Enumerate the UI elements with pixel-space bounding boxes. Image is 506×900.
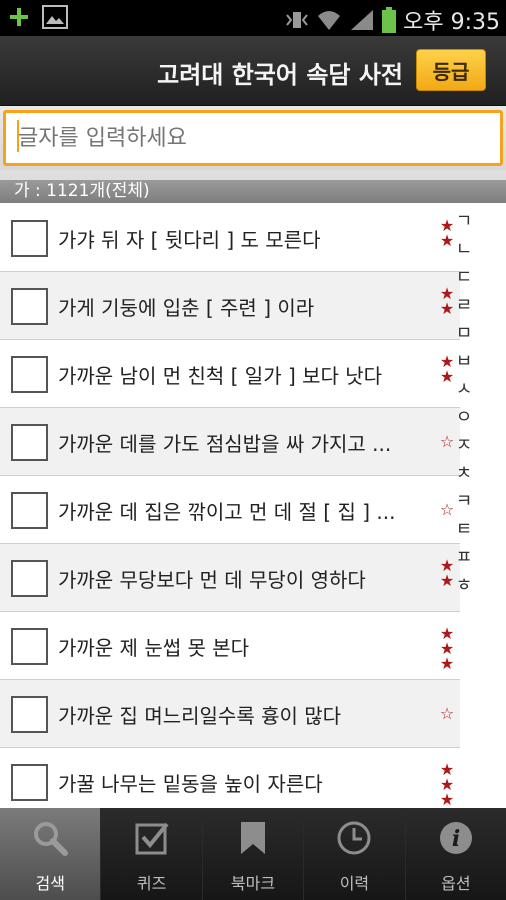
tab-label: 이력 [339, 874, 370, 893]
bookmark-checkbox[interactable] [11, 560, 48, 597]
proverb-text: 가까운 집 며느리일수록 흉이 많다 [58, 704, 342, 728]
bottom-nav: 검색 퀴즈 북마크 이력 i 옵션 [0, 808, 506, 900]
index-bar[interactable]: ㄱㄴㄷㄹㅁㅂㅅㅇㅈㅊㅋㅌㅍㅎ [452, 208, 476, 808]
status-bar: 오후 9:35 [0, 0, 506, 36]
proverb-list[interactable]: 가갸 뒤 자 [ 뒷다리 ] 도 모른다 ★ ★ 가게 기둥에 입춘 [ 주련 ] 이… [0, 204, 460, 808]
bookmark-checkbox[interactable] [11, 696, 48, 733]
proverb-text: 가꿀 나무는 밑동을 높이 자른다 [58, 772, 323, 796]
index-letter[interactable]: ㅍ [452, 544, 476, 572]
proverb-text: 가까운 무당보다 먼 데 무당이 영하다 [58, 568, 366, 592]
index-letter[interactable]: ㅂ [452, 348, 476, 376]
list-item[interactable]: 가꿀 나무는 밑동을 높이 자른다 ★ ★ ★ [0, 748, 460, 808]
index-letter[interactable]: ㅌ [452, 516, 476, 544]
index-letter[interactable]: ㅋ [452, 488, 476, 516]
list-item[interactable]: 가게 기둥에 입춘 [ 주련 ] 이라 ★ ★ [0, 272, 460, 340]
checkbox-icon [132, 818, 172, 858]
svg-text:i: i [452, 826, 460, 852]
tab-checkbox[interactable]: 퀴즈 [100, 808, 202, 900]
proverb-text: 가까운 데 집은 깎이고 먼 데 절 [ 집 ] ... [58, 500, 396, 524]
add-icon [10, 8, 28, 26]
bookmark-checkbox[interactable] [11, 764, 48, 801]
index-letter[interactable]: ㄱ [452, 208, 476, 236]
list-item[interactable]: 가까운 남이 먼 친척 [ 일가 ] 보다 낫다 ★ ★ [0, 340, 460, 408]
tab-label: 옵션 [441, 874, 471, 893]
section-header: 가 : 1121개(전체) [0, 180, 506, 203]
index-letter[interactable]: ㅎ [452, 572, 476, 600]
wifi-icon [318, 11, 341, 30]
bookmark-checkbox[interactable] [11, 356, 48, 393]
app-title: 고려대 한국어 속담 사전 [157, 61, 403, 89]
status-time: 오후 9:35 [403, 10, 500, 35]
search-bar [0, 106, 506, 170]
grade-button[interactable]: 등급 [416, 49, 486, 91]
divider [0, 170, 506, 180]
tab-label: 퀴즈 [136, 874, 167, 893]
bookmark-checkbox[interactable] [11, 628, 48, 665]
index-letter[interactable]: ㅅ [452, 376, 476, 404]
list-item[interactable]: 가까운 무당보다 먼 데 무당이 영하다 ★ ★ [0, 544, 460, 612]
clock-icon [334, 818, 374, 858]
proverb-text: 가갸 뒤 자 [ 뒷다리 ] 도 모른다 [58, 228, 321, 252]
tab-search[interactable]: 검색 [0, 808, 101, 900]
image-icon [42, 5, 68, 29]
title-bar: 고려대 한국어 속담 사전 등급 [0, 36, 506, 106]
proverb-text: 가까운 데를 가도 점심밥을 싸 가지고 ... [58, 432, 392, 456]
index-letter[interactable]: ㄷ [452, 264, 476, 292]
text-cursor [17, 120, 19, 152]
proverb-text: 가까운 제 눈썹 못 본다 [58, 636, 250, 660]
tab-label: 북마크 [230, 874, 276, 893]
bookmark-checkbox[interactable] [11, 492, 48, 529]
battery-icon [382, 7, 397, 33]
vibrate-icon [286, 12, 308, 28]
tab-label: 검색 [35, 874, 65, 893]
list-item[interactable]: 가까운 제 눈썹 못 본다 ★ ★ ★ [0, 612, 460, 680]
index-letter[interactable]: ㅈ [452, 432, 476, 460]
tab-clock[interactable]: 이력 [303, 808, 405, 900]
list-item[interactable]: 가까운 데 집은 깎이고 먼 데 절 [ 집 ] ... ☆ [0, 476, 460, 544]
tab-info[interactable]: i 옵션 [404, 808, 506, 900]
proverb-text: 가까운 남이 먼 친척 [ 일가 ] 보다 낫다 [58, 364, 383, 388]
list-item[interactable]: 가까운 집 며느리일수록 흉이 많다 ☆ [0, 680, 460, 748]
index-letter[interactable]: ㅇ [452, 404, 476, 432]
search-icon [30, 818, 70, 858]
index-letter[interactable]: ㅁ [452, 320, 476, 348]
list-item[interactable]: 가까운 데를 가도 점심밥을 싸 가지고 ... ☆ [0, 408, 460, 476]
info-icon: i [436, 818, 476, 858]
bookmark-checkbox[interactable] [11, 220, 48, 257]
proverb-text: 가게 기둥에 입춘 [ 주련 ] 이라 [58, 296, 315, 320]
signal-icon [351, 10, 374, 30]
bookmark-icon [233, 818, 273, 858]
search-input[interactable] [3, 110, 503, 166]
bookmark-checkbox[interactable] [11, 424, 48, 461]
index-letter[interactable]: ㅊ [452, 460, 476, 488]
list-item[interactable]: 가갸 뒤 자 [ 뒷다리 ] 도 모른다 ★ ★ [0, 204, 460, 272]
index-letter[interactable]: ㄴ [452, 236, 476, 264]
index-letter[interactable]: ㄹ [452, 292, 476, 320]
bookmark-checkbox[interactable] [11, 288, 48, 325]
tab-bookmark[interactable]: 북마크 [201, 808, 304, 900]
